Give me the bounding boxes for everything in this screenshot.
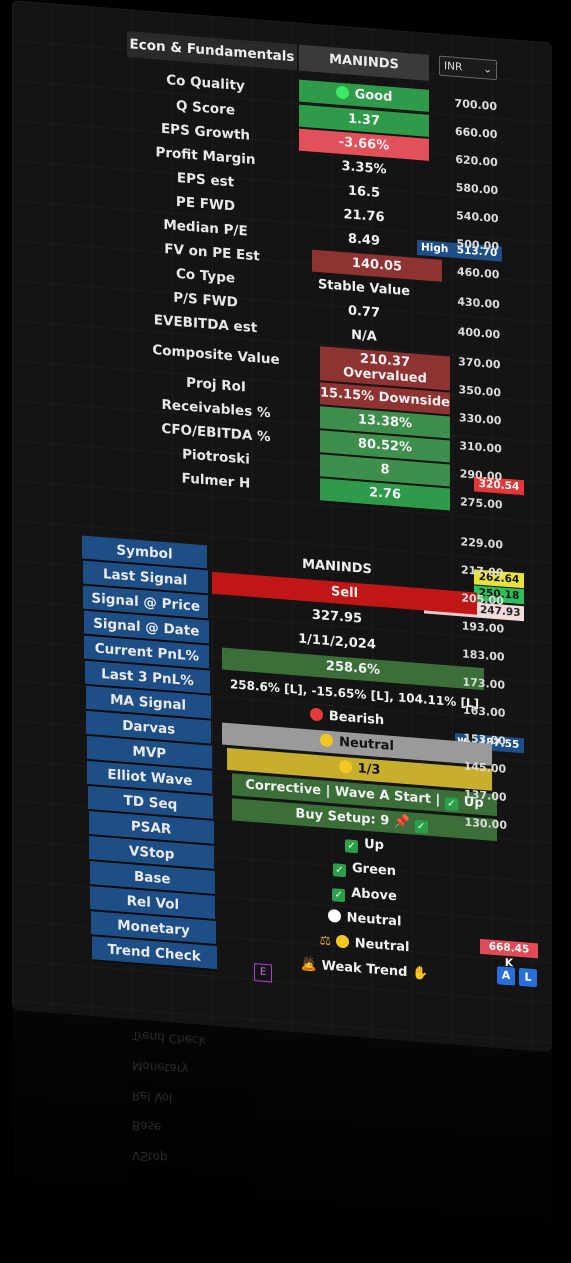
price-axis-tick: 310.00 (459, 439, 502, 456)
white-dot-icon (327, 908, 341, 923)
checkbox-icon (332, 888, 346, 903)
price-axis-tick: 580.00 (455, 180, 499, 198)
stage: Econ & Fundamentals MANINDS INR ⌄ High 5… (0, 0, 571, 1263)
pushpin-icon: 📌 (389, 813, 415, 831)
currency-value: INR (444, 59, 463, 74)
price-axis-tick: 330.00 (458, 411, 502, 428)
chevron-down-icon: ⌄ (483, 63, 492, 76)
checkbox-icon (345, 839, 359, 854)
price-axis-tick: 173.00 (462, 675, 505, 692)
price-axis-tick: 290.00 (459, 467, 503, 484)
reflection-row: Rel Vol (132, 1088, 173, 1106)
red-dot-icon (309, 707, 323, 722)
price-axis-tick: 540.00 (456, 208, 499, 226)
bow-icon: 🙇 (300, 956, 322, 974)
table-header-symbol: MANINDS (299, 44, 429, 81)
price-axis-tick: 400.00 (457, 325, 501, 342)
log-scale-button[interactable]: L (519, 967, 537, 988)
price-axis-tick: 660.00 (454, 124, 498, 142)
reflection-row: Base (132, 1118, 162, 1135)
price-axis-tick: 460.00 (456, 265, 500, 282)
price-axis-tick: 229.00 (460, 535, 503, 552)
reflection-row: Trend Check (132, 1028, 206, 1048)
auto-scale-button[interactable]: A (497, 966, 515, 986)
status-dot-icon (335, 85, 349, 100)
price-axis-tick: 620.00 (455, 152, 498, 170)
yellow-dot-icon (338, 759, 352, 774)
currency-select[interactable]: INR ⌄ (439, 55, 497, 81)
hand-icon: ✋ (407, 965, 429, 982)
yellow-dot-icon (320, 733, 334, 748)
fundamental-label: Composite Value (152, 342, 280, 369)
price-axis-tick: 430.00 (457, 295, 500, 312)
reflection-row: Monetary (132, 1058, 189, 1077)
price-axis-tick: 350.00 (458, 383, 501, 400)
checkbox-icon (333, 863, 346, 878)
table-header-title: Econ & Fundamentals (127, 31, 297, 71)
checkbox-icon (414, 819, 428, 834)
scale-icon: ⚖ (319, 933, 336, 950)
panel-reflection: Trend Check Monetary Rel Vol Base VStop (12, 1008, 552, 1263)
fundamentals-panel: Econ & Fundamentals MANINDS INR ⌄ High 5… (12, 0, 552, 1053)
price-axis-tick: 275.00 (460, 495, 503, 512)
price-axis-tick: 700.00 (454, 96, 497, 114)
reflection-row: VStop (132, 1148, 168, 1165)
yellow-dot-icon (335, 934, 349, 949)
